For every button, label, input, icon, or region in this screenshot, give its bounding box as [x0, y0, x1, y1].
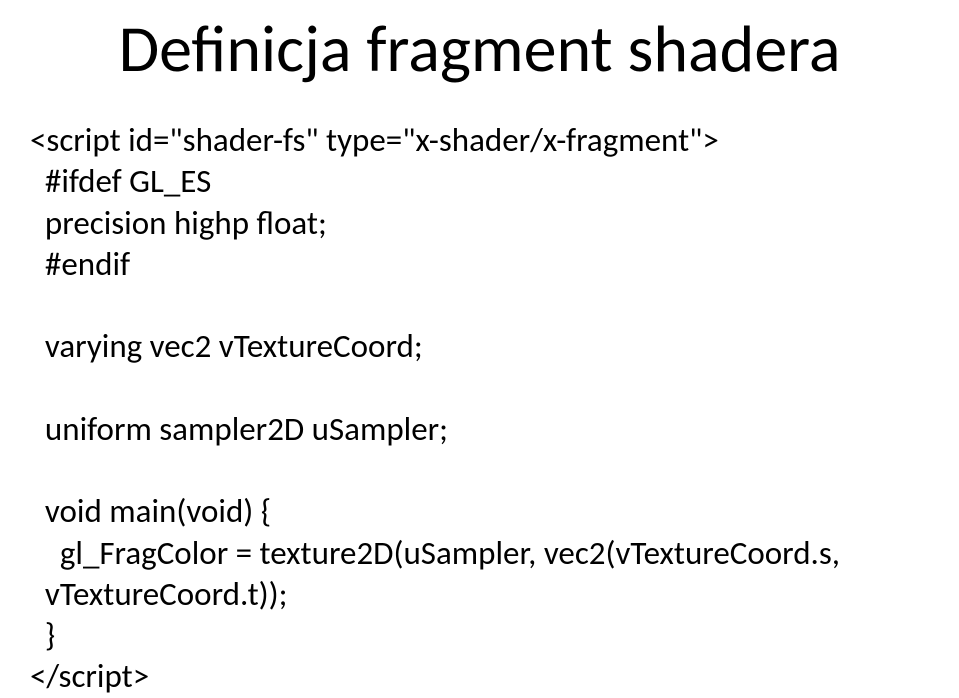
- code-line: <script id="shader-fs" type="x-shader/x-…: [30, 120, 719, 160]
- slide-title: Definicja fragment shadera: [0, 8, 959, 89]
- code-line: varying vec2 vTextureCoord;: [30, 326, 423, 366]
- code-line: precision highp float;: [30, 203, 327, 243]
- code-line: </script>: [30, 656, 149, 696]
- code-line: uniform sampler2D uSampler;: [30, 409, 448, 449]
- code-line: #endif: [30, 244, 130, 284]
- code-line: }: [30, 615, 55, 655]
- slide: Definicja fragment shadera <script id="s…: [0, 0, 959, 698]
- code-block: <script id="shader-fs" type="x-shader/x-…: [30, 120, 929, 698]
- code-line: gl_FragColor = texture2D(uSampler, vec2(…: [30, 533, 840, 573]
- code-line: void main(void) {: [30, 491, 271, 531]
- code-line: vTextureCoord.t));: [30, 574, 287, 614]
- code-line: #ifdef GL_ES: [30, 161, 211, 201]
